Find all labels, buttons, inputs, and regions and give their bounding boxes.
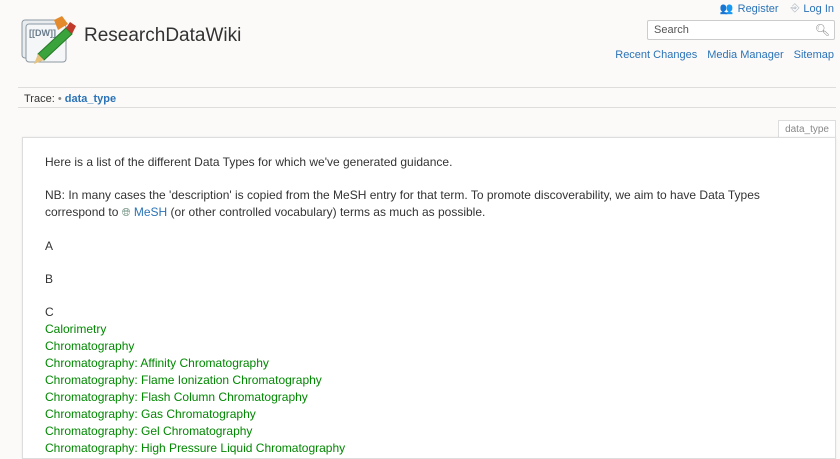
header-divider [18,87,836,88]
list-item[interactable]: Calorimetry [45,321,813,338]
breadcrumb-label: Trace: [24,93,55,105]
list-item[interactable]: Chromatography: Gas Chromatography [45,406,813,423]
register-label: Register [737,2,779,15]
search-icon[interactable]: 🔍︎ [815,23,830,37]
recent-changes-link[interactable]: Recent Changes [615,49,697,61]
section-letter-b: B [45,272,54,286]
page-content: Here is a list of the different Data Typ… [22,137,836,459]
list-item[interactable]: Chromatography: High Pressure Liquid Chr… [45,440,813,457]
breadcrumb-separator: • [57,93,62,105]
login-icon: ⎆ [790,2,800,14]
login-label: Log In [803,2,834,15]
list-item[interactable]: Chromatography: Flame Ionization Chromat… [45,372,813,389]
site-tools: Recent Changes Media Manager Sitemap [615,49,834,61]
breadcrumb-current-link[interactable]: data_type [65,93,116,105]
data-type-list-c: Calorimetry Chromatography Chromatograph… [45,321,813,457]
login-link[interactable]: ⎆ Log In [791,2,834,15]
site-logo[interactable]: [[DW]] [18,14,76,68]
section-letter-c: C [45,305,54,319]
list-item[interactable]: Chromatography [45,338,813,355]
note-text-after: (or other controlled vocabulary) terms a… [167,205,486,219]
search-box: 🔍︎ [647,20,835,40]
intro-paragraph: Here is a list of the different Data Typ… [45,155,453,169]
list-item[interactable]: Chromatography: Gel Chromatography [45,423,813,440]
mesh-link[interactable]: MeSH [134,205,167,219]
site-title[interactable]: ResearchDataWiki [84,25,241,47]
logo-text: [[DW]] [29,28,56,38]
breadcrumb-divider [18,107,836,108]
dokuwiki-logo-icon: [[DW]] [21,16,76,64]
list-item[interactable]: Chromatography: Affinity Chromatography [45,355,813,372]
register-link[interactable]: 👥 Register [719,2,779,16]
list-item[interactable]: Chromatography: Flash Column Chromatogra… [45,389,813,406]
note-paragraph: NB: In many cases the 'description' is c… [45,187,813,222]
breadcrumb: Trace: • data_type [24,93,116,105]
globe-icon: 🌐︎ [121,207,131,219]
register-icon: 👥 [719,3,734,15]
section-letter-a: A [45,239,54,253]
user-tools: 👥 Register ⎆ Log In [720,2,834,15]
media-manager-link[interactable]: Media Manager [707,49,783,61]
sitemap-link[interactable]: Sitemap [794,49,834,61]
search-input[interactable] [648,21,820,39]
